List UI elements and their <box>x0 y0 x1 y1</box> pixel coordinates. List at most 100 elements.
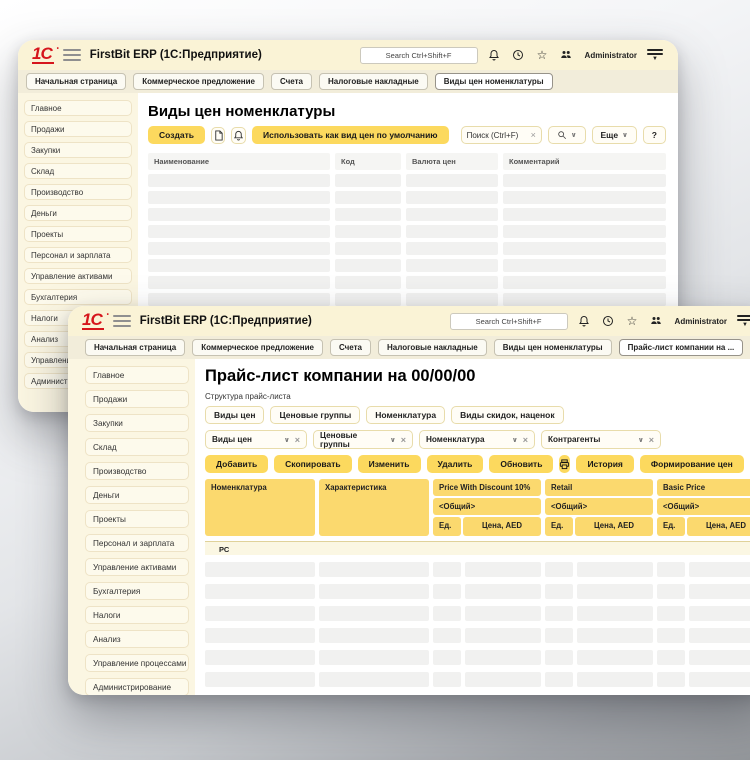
structure-chip-price-groups[interactable]: Ценовые группы <box>270 406 360 424</box>
sidebar-item-purchases[interactable]: Закупки <box>24 142 132 158</box>
favorites-star-icon[interactable]: ☆ <box>625 314 640 329</box>
unit-header[interactable]: Ед. <box>657 517 685 536</box>
structure-chip-discount-kinds[interactable]: Виды скидок, наценок <box>451 406 564 424</box>
sidebar-item-hr-payroll[interactable]: Персонал и зарплата <box>24 247 132 263</box>
scope-cell[interactable]: <Общий> <box>657 498 750 515</box>
sidebar-item-sales[interactable]: Продажи <box>24 121 132 137</box>
sidebar-item-money[interactable]: Деньги <box>85 486 189 504</box>
clear-filter-icon[interactable]: × <box>523 436 528 444</box>
column-header-price-discount[interactable]: Price With Discount 10% <box>433 479 541 496</box>
favorites-star-icon[interactable]: ☆ <box>535 48 550 63</box>
column-header-name[interactable]: Наименование <box>148 153 330 170</box>
add-button[interactable]: Добавить <box>205 455 268 473</box>
sidebar-item-analysis[interactable]: Анализ <box>85 630 189 648</box>
sidebar-item-projects[interactable]: Проекты <box>24 226 132 242</box>
filter-nomenclature[interactable]: Номенклатура∨× <box>419 430 535 449</box>
column-header-comment[interactable]: Комментарий <box>503 153 666 170</box>
filter-price-groups[interactable]: Ценовые группы∨× <box>313 430 413 449</box>
sidebar-item-warehouse[interactable]: Склад <box>85 438 189 456</box>
column-header-basic-price[interactable]: Basic Price <box>657 479 750 496</box>
structure-chip-nomenclature[interactable]: Номенклатура <box>366 406 445 424</box>
sidebar-item-production[interactable]: Производство <box>85 462 189 480</box>
reminder-bell-icon[interactable] <box>231 127 246 144</box>
clear-filter-icon[interactable]: × <box>295 436 300 444</box>
sidebar-item-production[interactable]: Производство <box>24 184 132 200</box>
group-row[interactable]: РС <box>205 541 750 555</box>
column-header-nomenclature[interactable]: Номенклатура <box>205 479 315 536</box>
filter-counterparties[interactable]: Контрагенты∨× <box>541 430 661 449</box>
price-header[interactable]: Цена, AED <box>575 517 653 536</box>
table-row <box>148 208 666 221</box>
unit-header[interactable]: Ед. <box>545 517 573 536</box>
user-menu[interactable]: Administrator <box>675 317 727 326</box>
global-search-input[interactable] <box>450 313 568 330</box>
sidebar-item-purchases[interactable]: Закупки <box>85 414 189 432</box>
clear-filter-icon[interactable]: × <box>649 436 654 444</box>
tab-commercial-offer[interactable]: Коммерческое предложение <box>192 339 323 356</box>
clear-filter-icon[interactable]: × <box>401 436 406 444</box>
unit-header[interactable]: Ед. <box>433 517 461 536</box>
column-header-characteristic[interactable]: Характеристика <box>319 479 429 536</box>
discussions-people-icon[interactable] <box>649 314 664 329</box>
sidebar-item-projects[interactable]: Проекты <box>85 510 189 528</box>
price-formation-button[interactable]: Формирование цен <box>640 455 744 473</box>
sidebar-item-asset-management[interactable]: Управление активами <box>85 558 189 576</box>
tab-home[interactable]: Начальная страница <box>26 73 126 90</box>
scope-cell[interactable]: <Общий> <box>545 498 653 515</box>
sidebar-item-warehouse[interactable]: Склад <box>24 163 132 179</box>
tab-tax-invoices[interactable]: Налоговые накладные <box>319 73 428 90</box>
history-button[interactable]: История <box>576 455 633 473</box>
column-header-currency[interactable]: Валюта цен <box>406 153 498 170</box>
hamburger-menu-icon[interactable] <box>113 315 131 327</box>
main-menu-icon[interactable]: ▼ <box>736 315 750 327</box>
tab-price-kinds[interactable]: Виды цен номенклатуры <box>494 339 612 356</box>
sidebar-item-money[interactable]: Деньги <box>24 205 132 221</box>
sidebar-item-accounting[interactable]: Бухгалтерия <box>85 582 189 600</box>
refresh-button[interactable]: Обновить <box>489 455 553 473</box>
tab-price-list[interactable]: Прайс-лист компании на ... <box>619 339 744 356</box>
history-icon[interactable] <box>511 48 526 63</box>
sidebar-item-main[interactable]: Главное <box>24 100 132 116</box>
help-button[interactable]: ? <box>643 126 666 144</box>
column-header-retail[interactable]: Retail <box>545 479 653 496</box>
delete-button[interactable]: Удалить <box>427 455 484 473</box>
list-search-input[interactable] <box>467 131 527 140</box>
sidebar-item-taxes[interactable]: Налоги <box>85 606 189 624</box>
use-as-default-button[interactable]: Использовать как вид цен по умолчанию <box>252 126 449 144</box>
global-search-input[interactable] <box>360 47 478 64</box>
new-document-icon[interactable] <box>211 127 226 144</box>
sidebar-item-asset-management[interactable]: Управление активами <box>24 268 132 284</box>
search-settings-button[interactable]: ∨ <box>548 126 586 144</box>
user-menu[interactable]: Administrator <box>585 51 637 60</box>
column-header-code[interactable]: Код <box>335 153 401 170</box>
tab-home[interactable]: Начальная страница <box>85 339 185 356</box>
clear-search-icon[interactable]: × <box>531 131 536 139</box>
sidebar-item-administration[interactable]: Администрирование <box>85 678 189 695</box>
tab-tax-invoices[interactable]: Налоговые накладные <box>378 339 487 356</box>
tab-price-kinds[interactable]: Виды цен номенклатуры <box>435 73 553 90</box>
main-menu-icon[interactable]: ▼ <box>646 49 664 61</box>
copy-button[interactable]: Скопировать <box>274 455 351 473</box>
hamburger-menu-icon[interactable] <box>63 49 81 61</box>
price-header[interactable]: Цена, AED <box>687 517 750 536</box>
price-header[interactable]: Цена, AED <box>463 517 541 536</box>
sidebar-item-hr-payroll[interactable]: Персонал и зарплата <box>85 534 189 552</box>
tab-commercial-offer[interactable]: Коммерческое предложение <box>133 73 264 90</box>
sidebar-item-process-management[interactable]: Управление процессами <box>85 654 189 672</box>
discussions-people-icon[interactable] <box>559 48 574 63</box>
sidebar-item-main[interactable]: Главное <box>85 366 189 384</box>
history-icon[interactable] <box>601 314 616 329</box>
notifications-bell-icon[interactable] <box>577 314 592 329</box>
print-button[interactable] <box>559 455 570 473</box>
edit-button[interactable]: Изменить <box>358 455 421 473</box>
filter-price-kinds[interactable]: Виды цен∨× <box>205 430 307 449</box>
sidebar-item-sales[interactable]: Продажи <box>85 390 189 408</box>
notifications-bell-icon[interactable] <box>487 48 502 63</box>
tab-invoices[interactable]: Счета <box>271 73 312 90</box>
create-button[interactable]: Создать <box>148 126 205 144</box>
tab-invoices[interactable]: Счета <box>330 339 371 356</box>
scope-cell[interactable]: <Общий> <box>433 498 541 515</box>
more-button[interactable]: Еще∨ <box>592 126 637 144</box>
sidebar-item-accounting[interactable]: Бухгалтерия <box>24 289 132 305</box>
structure-chip-price-kinds[interactable]: Виды цен <box>205 406 264 424</box>
